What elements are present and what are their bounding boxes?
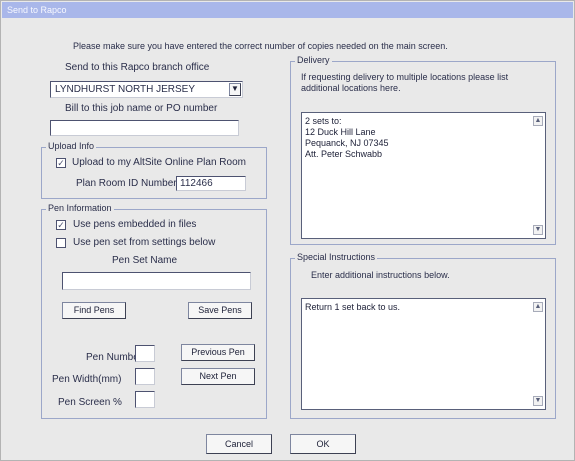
- plan-room-value: 112466: [180, 178, 213, 189]
- branch-office-select[interactable]: LYNDHURST NORTH JERSEY ▼: [50, 81, 243, 98]
- embedded-pens-checkbox[interactable]: ✓: [56, 220, 66, 230]
- pen-width-label: Pen Width(mm): [52, 374, 122, 385]
- plan-room-label: Plan Room ID Number: [76, 178, 177, 189]
- scroll-down-icon[interactable]: ▼: [533, 225, 543, 235]
- branch-office-label: Send to this Rapco branch office: [65, 62, 210, 73]
- save-pens-button[interactable]: Save Pens: [188, 302, 252, 319]
- copy-count-message: Please make sure you have entered the co…: [73, 41, 448, 51]
- upload-checkbox-label: Upload to my AltSite Online Plan Room: [72, 157, 246, 168]
- delivery-group: Delivery If requesting delivery to multi…: [290, 55, 556, 245]
- pen-screen-label: Pen Screen %: [58, 397, 122, 408]
- scroll-down-icon[interactable]: ▼: [533, 396, 543, 406]
- scroll-up-icon[interactable]: ▲: [533, 116, 543, 126]
- find-pens-button[interactable]: Find Pens: [62, 302, 126, 319]
- ok-button[interactable]: OK: [290, 434, 356, 454]
- pen-number-input[interactable]: [135, 345, 155, 362]
- send-to-rapco-dialog: Send to Rapco Please make sure you have …: [0, 0, 575, 461]
- special-instructions-group: Special Instructions Enter additional in…: [290, 252, 556, 419]
- pen-screen-input[interactable]: [135, 391, 155, 408]
- pen-information-group: Pen Information ✓ Use pens embedded in f…: [41, 203, 267, 419]
- special-instructions-text-label: Enter additional instructions below.: [311, 270, 450, 280]
- bill-to-label: Bill to this job name or PO number: [65, 103, 218, 114]
- delivery-text: 2 sets to: 12 Duck Hill Lane Pequanck, N…: [305, 116, 389, 159]
- plan-room-input[interactable]: 112466: [176, 176, 246, 191]
- special-instructions-text: Return 1 set back to us.: [305, 302, 401, 312]
- cancel-button[interactable]: Cancel: [206, 434, 272, 454]
- upload-info-group: Upload Info ✓ Upload to my AltSite Onlin…: [41, 141, 267, 199]
- upload-info-title: Upload Info: [46, 141, 97, 151]
- pen-information-title: Pen Information: [46, 203, 114, 213]
- delivery-textarea[interactable]: 2 sets to: 12 Duck Hill Lane Pequanck, N…: [301, 112, 546, 239]
- check-icon: ✓: [57, 220, 65, 230]
- scroll-up-icon[interactable]: ▲: [533, 302, 543, 312]
- upload-checkbox[interactable]: ✓: [56, 158, 66, 168]
- next-pen-button[interactable]: Next Pen: [181, 368, 255, 385]
- check-icon: ✓: [57, 158, 65, 168]
- special-instructions-title: Special Instructions: [295, 252, 378, 262]
- bill-to-input[interactable]: [50, 120, 239, 136]
- pen-number-label: Pen Number: [86, 352, 143, 363]
- delivery-instructions: If requesting delivery to multiple locat…: [301, 72, 509, 93]
- pen-width-input[interactable]: [135, 368, 155, 385]
- pen-settings-checkbox[interactable]: [56, 238, 66, 248]
- branch-office-value: LYNDHURST NORTH JERSEY: [55, 84, 196, 95]
- embedded-pens-label: Use pens embedded in files: [73, 219, 197, 230]
- previous-pen-button[interactable]: Previous Pen: [181, 344, 255, 361]
- window-title: Send to Rapco: [2, 2, 573, 18]
- pen-settings-label: Use pen set from settings below: [73, 237, 216, 248]
- chevron-down-icon[interactable]: ▼: [229, 83, 241, 96]
- special-instructions-textarea[interactable]: Return 1 set back to us. ▲ ▼: [301, 298, 546, 410]
- delivery-title: Delivery: [295, 55, 332, 65]
- pen-set-name-label: Pen Set Name: [112, 255, 178, 266]
- pen-set-name-input[interactable]: [62, 272, 251, 290]
